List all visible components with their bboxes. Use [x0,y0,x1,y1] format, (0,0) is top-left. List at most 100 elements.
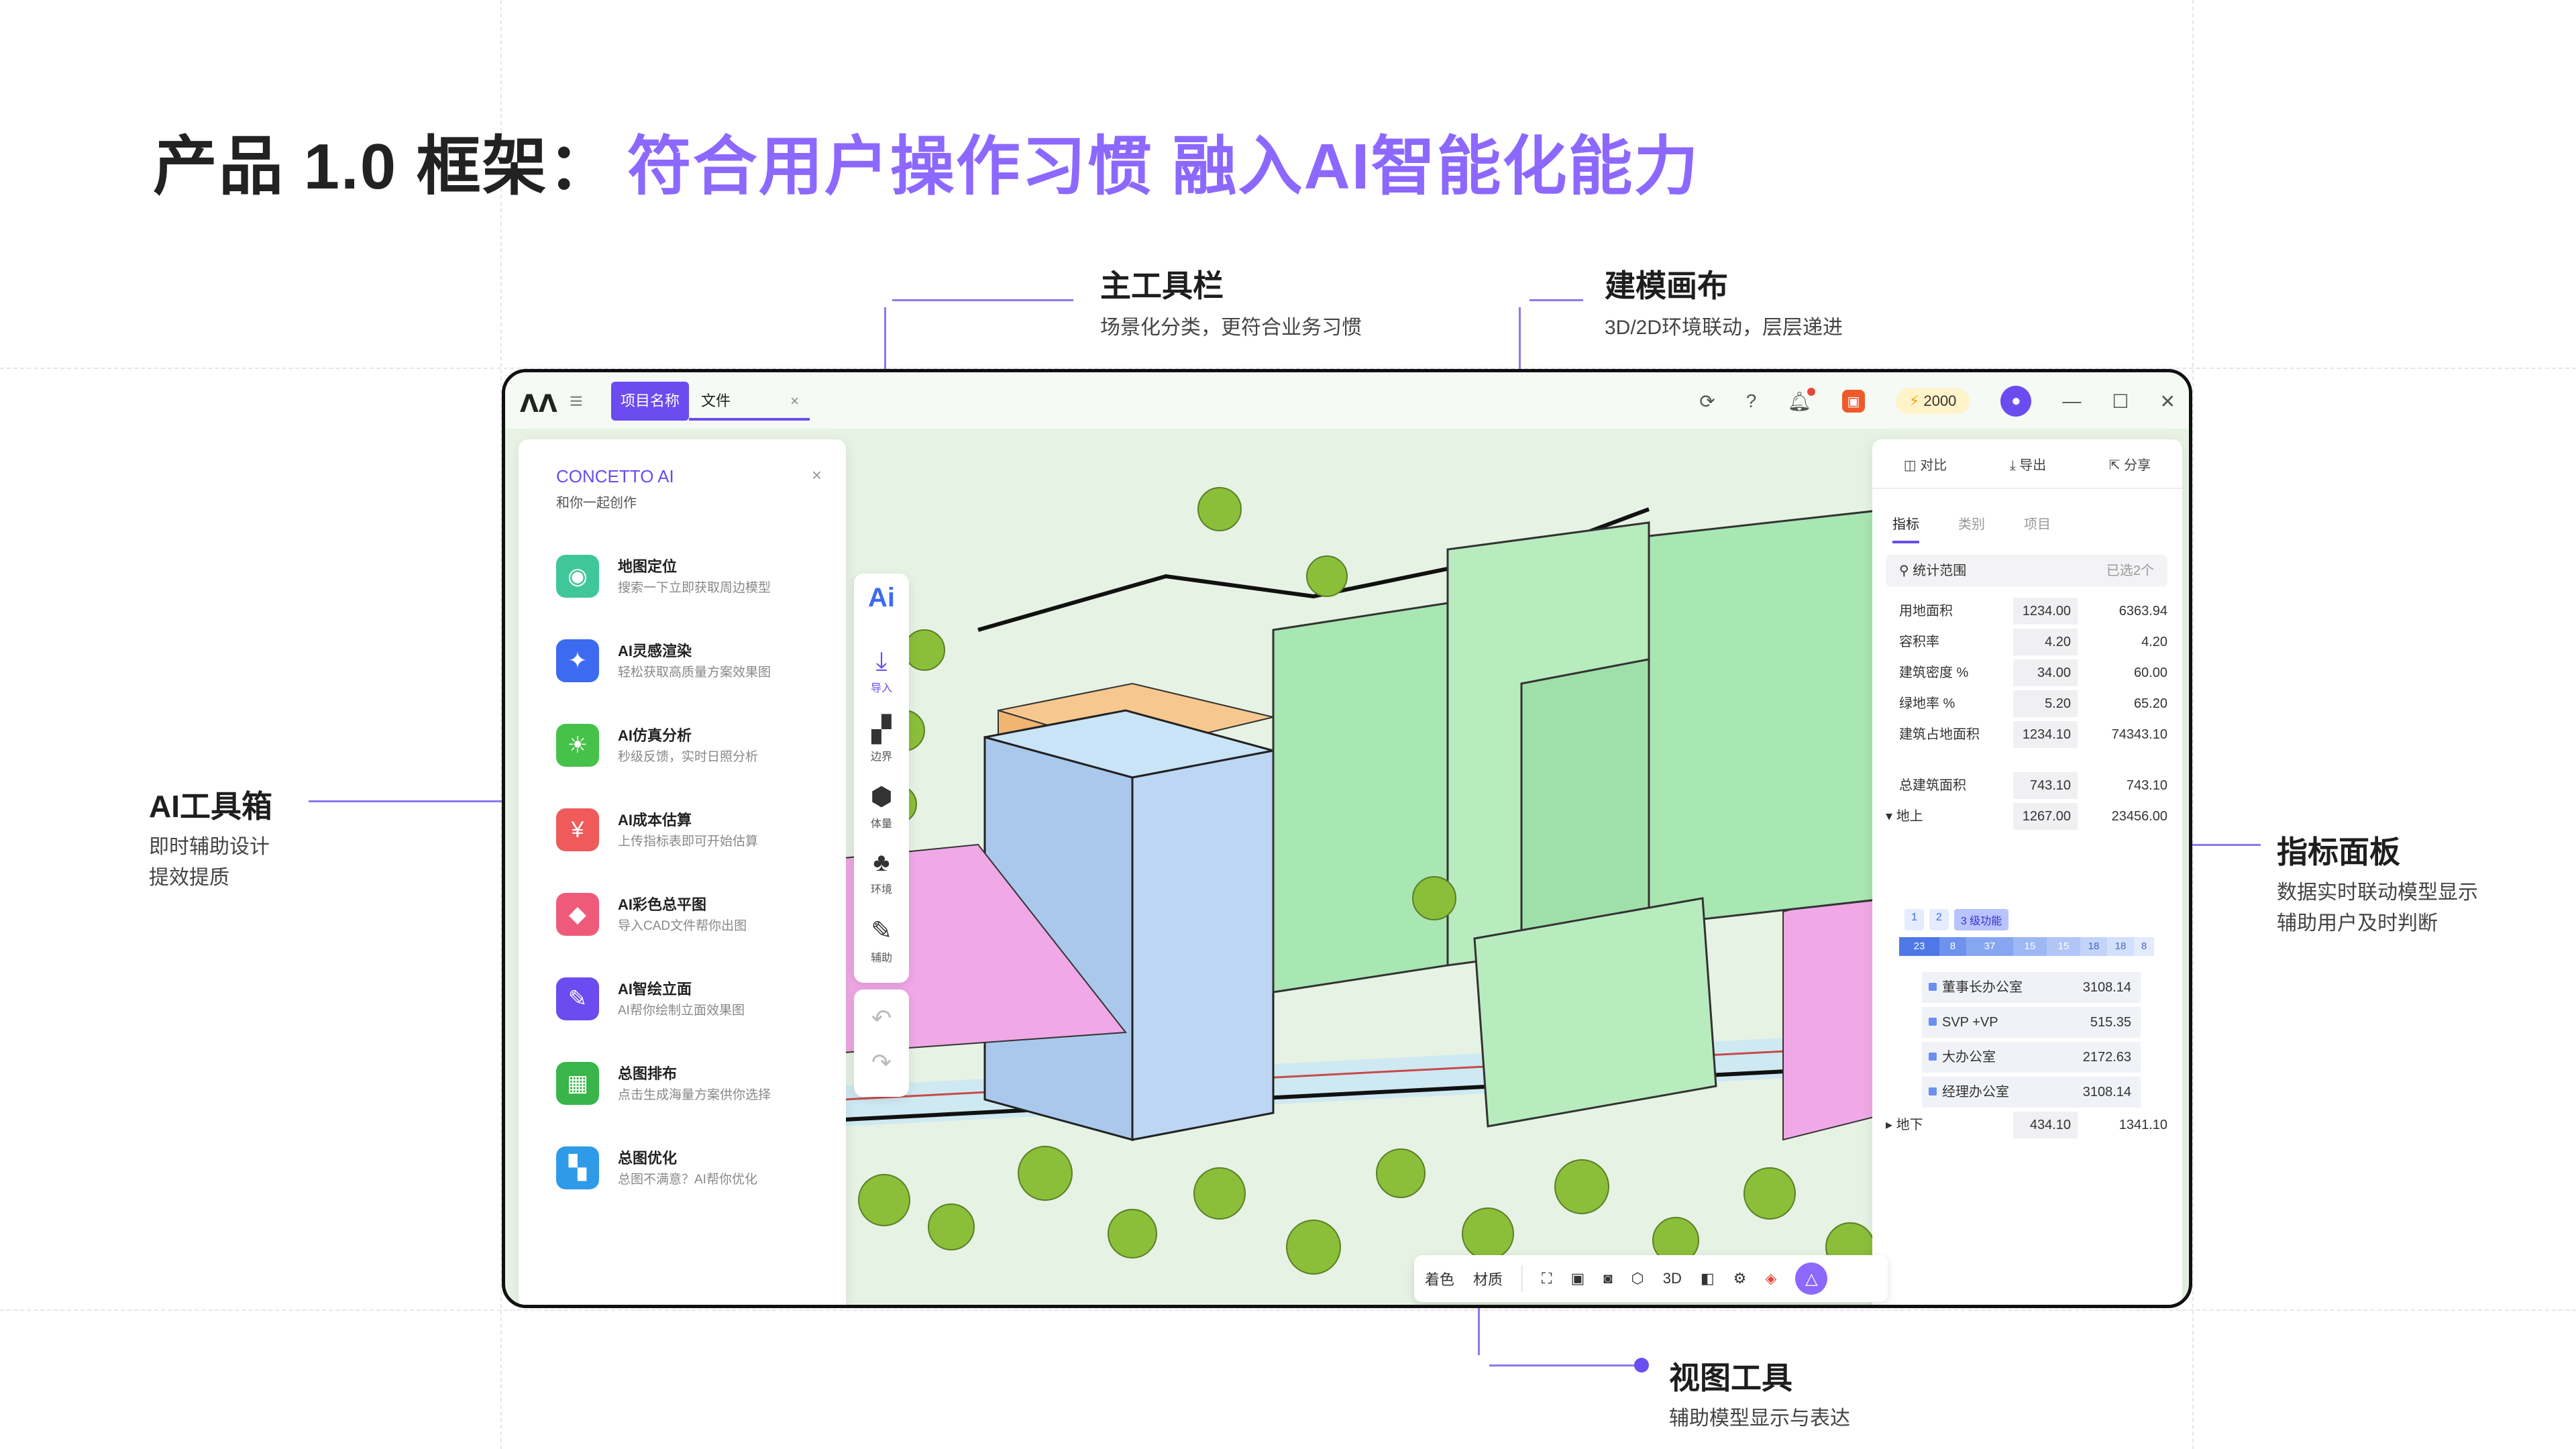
cube-view-icon[interactable]: ⬡ [1631,1270,1644,1287]
scope-filter[interactable]: ⚲ 统计范围 已选2个 [1886,555,2167,587]
brush-icon: ✎ [556,977,599,1020]
tool-environment[interactable]: ♣ 环境 [854,849,909,896]
tree [928,1203,975,1250]
credit-balance[interactable]: ⚡︎ 2000 [1895,388,1970,414]
level-3[interactable]: 3 级功能 [1953,909,2009,930]
function-row[interactable]: 董事长办公室 3108.14 [1922,972,2141,1003]
tool-volume[interactable]: ⬢ 体量 [854,782,909,830]
pen-icon: ✎ [871,917,892,945]
export-button[interactable]: ⤓ 导出 [2010,454,2046,474]
metric-row: 容积率 4.20 4.20 [1899,629,2167,655]
metric-value-input[interactable]: 34.00 [2013,659,2078,686]
ai-panel-close-icon[interactable]: × [812,465,822,486]
tab-project[interactable]: 项目 [2024,513,2051,543]
scope-label: 统计范围 [1913,564,1967,578]
maximize-icon[interactable]: ☐ [2112,390,2129,413]
ai-item-desc: 点击生成海量方案供你选择 [618,1088,771,1102]
tree [1197,487,1242,531]
metric-value: 4.20 [2141,635,2167,649]
settings-icon[interactable]: ⚙ [1733,1270,1747,1287]
bar-segment: 18 [2107,937,2134,956]
ai-item-optimize[interactable]: ▚ 总图优化 总图不满意？AI帮你优化 [556,1144,824,1211]
ai-box-annotation-title: AI工具箱 [149,789,272,824]
tool-import[interactable]: ⤓ 导入 [854,647,909,695]
function-share-bar: 23 8 37 15 15 18 18 8 [1899,937,2154,956]
metric-value: 74343.10 [2111,727,2167,742]
close-window-icon[interactable]: ✕ [2160,390,2176,413]
toolbar-annotation-title: 主工具栏 [1100,268,1224,303]
ai-item-facade[interactable]: ✎ AI智绘立面 AI帮你绘制立面效果图 [556,975,824,1042]
share-button[interactable]: ⇱ 分享 [2109,454,2151,474]
ai-item-name: 地图定位 [618,558,678,575]
focus-icon[interactable]: ⛶ [1542,1270,1552,1287]
compare-label: 对比 [1920,458,1947,473]
avatar[interactable]: ● [2000,386,2032,417]
color-mode-button[interactable]: 着色 [1425,1268,1454,1289]
redo-icon[interactable]: ↷ [854,1049,909,1077]
metric-row-aboveground[interactable]: ▾ 地上 1267.00 23456.00 [1886,803,2167,830]
ai-item-render[interactable]: ✦ AI灵感渲染 轻松获取高质量方案效果图 [556,637,824,704]
function-row[interactable]: 大办公室 2172.63 [1922,1042,2141,1073]
compare-button[interactable]: ◫ 对比 [1904,454,1947,474]
bell-icon[interactable]: 🔔︎ [1787,387,1815,413]
tool-boundary[interactable]: ▞ 边界 [854,714,909,763]
app-logo[interactable]: ᐱᐱ [520,390,557,418]
metric-value-input[interactable]: 1234.10 [2013,721,2078,748]
ai-item-cost[interactable]: ¥ AI成本估算 上传指标表即可开始估算 [556,806,824,873]
layer-icon[interactable]: ◧ [1701,1270,1715,1287]
metrics-annotation-sub1: 数据实时联动模型显示 [2277,881,2478,904]
view-annotation-sub: 辅助模型显示与表达 [1669,1407,1850,1430]
metric-row: 建筑密度 % 34.00 60.00 [1899,659,2167,686]
tool-assist[interactable]: ✎ 辅助 [854,916,909,965]
ai-item-simulation[interactable]: ☀ AI仿真分析 秒级反馈，实时日照分析 [556,721,824,788]
metric-value-input[interactable]: 743.10 [2013,772,2078,799]
tab-close-icon[interactable]: × [790,382,799,421]
ai-panel-title: CONCETTO AI [556,466,674,486]
metric-value-input[interactable]: 434.10 [2013,1112,2078,1138]
camera-icon[interactable]: ◙ [1603,1270,1612,1287]
metric-value-input[interactable]: 4.20 [2013,629,2078,655]
tab-metrics[interactable]: 指标 [1892,513,1919,543]
ai-item-color-plan[interactable]: ◆ AI彩色总平图 导入CAD文件帮你出图 [556,890,824,957]
metrics-tabs: 指标 类别 项目 [1892,513,2051,543]
tab-project-name[interactable]: 项目名称 [611,382,690,421]
function-row[interactable]: 经理办公室 3108.14 [1922,1077,2141,1108]
undo-icon[interactable]: ↶ [854,1004,909,1032]
level-1[interactable]: 1 [1904,909,1924,930]
compass-icon[interactable]: ◈ [1765,1270,1776,1287]
metric-row: 用地面积 1234.00 6363.94 [1899,598,2167,625]
view-3d-button[interactable]: 3D [1663,1270,1682,1287]
ai-item-layout[interactable]: ▦ 总图排布 点击生成海量方案供你选择 [556,1059,824,1126]
metric-value-input[interactable]: 5.20 [2013,690,2078,717]
metric-value-input[interactable]: 1267.00 [2013,803,2078,830]
function-row[interactable]: SVP +VP 515.35 [1922,1007,2141,1038]
sync-icon[interactable]: ⟳ [1699,390,1715,413]
bar-segment: 8 [2134,937,2154,956]
metric-row-basement[interactable]: ▸ 地下 434.10 1341.10 [1886,1112,2167,1138]
level-2[interactable]: 2 [1929,909,1949,930]
import-icon: ⤓ [875,647,888,676]
metric-row: 总建筑面积 743.10 743.10 [1899,772,2167,799]
minimize-icon[interactable]: — [2062,390,2081,412]
frame-icon[interactable]: ▣ [1570,1270,1585,1287]
ai-item-map[interactable]: ◉ 地图定位 搜索一下立即获取周边模型 [556,552,824,619]
tab-category[interactable]: 类别 [1958,513,1985,543]
metric-value-input[interactable]: 1234.00 [2013,598,2078,625]
menu-icon[interactable]: ≡ [570,388,583,415]
top-right-actions: ⟳ ? 🔔︎ ▣ ⚡︎ 2000 ● — ☐ ✕ [1699,383,2176,419]
modeling-canvas[interactable] [844,429,1890,1308]
ai-box-annotation-sub1: 即时辅助设计 [149,836,270,858]
help-icon[interactable]: ? [1746,390,1757,412]
view-toolbar: 着色 材质 ⛶ ▣ ◙ ⬡ 3D ◧ ⚙ ◈ △ [1414,1255,1888,1302]
metric-row: 建筑占地面积 1234.10 74343.10 [1899,721,2167,748]
undo-redo-group: ↶ ↷ [854,989,909,1097]
material-mode-button[interactable]: 材质 [1473,1268,1503,1289]
metric-name: 容积率 [1899,635,1939,649]
tab-file[interactable]: 文件 × [689,382,810,421]
ai-toolbox-button[interactable]: Ai [854,583,909,613]
gift-icon[interactable]: ▣ [1841,390,1865,413]
ai-assistant-icon[interactable]: △ [1795,1263,1828,1295]
metric-value: 6363.94 [2118,604,2167,619]
blue-tower-side [1131,749,1275,1141]
function-value: 515.35 [2090,1015,2131,1030]
